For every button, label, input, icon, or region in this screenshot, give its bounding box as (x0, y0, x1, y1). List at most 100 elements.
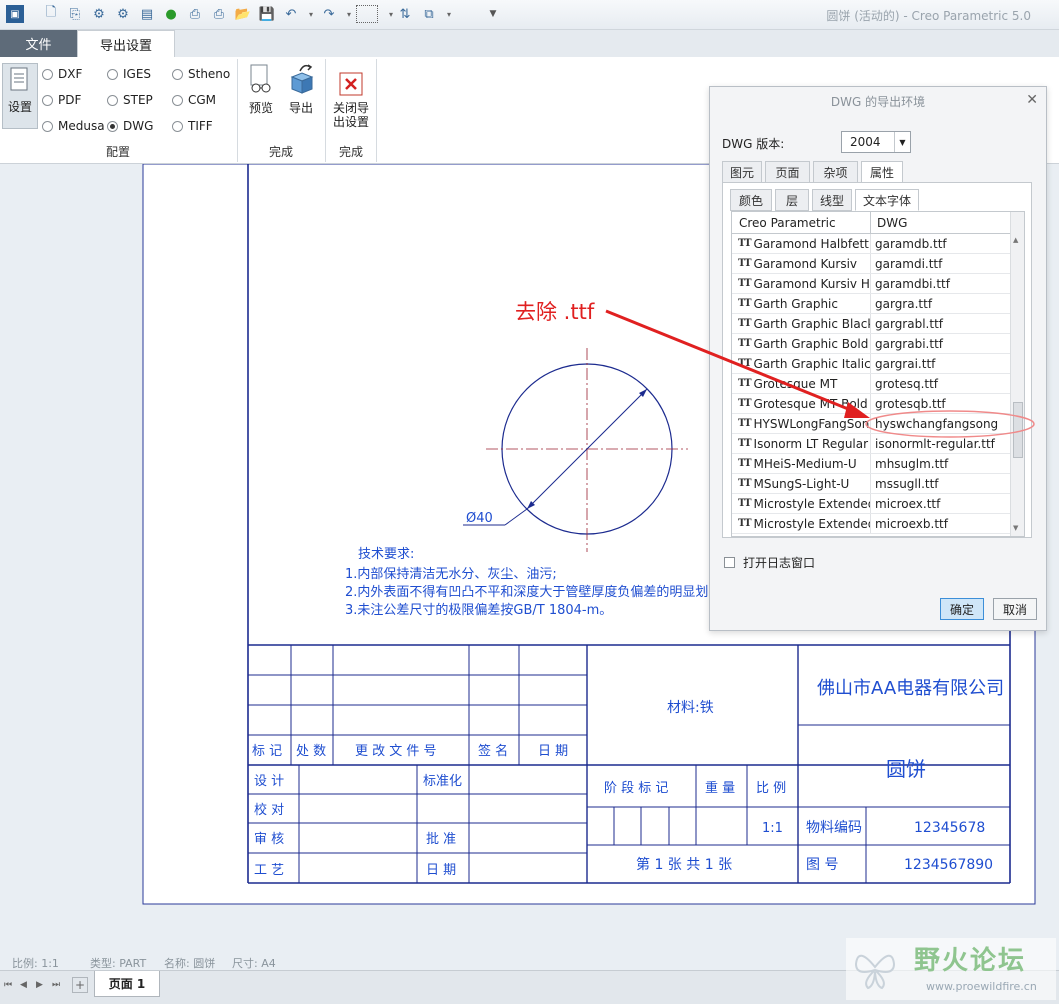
dwg-font-cell[interactable]: garamdi.ttf (871, 254, 1010, 273)
radio-step[interactable]: STEP (107, 93, 153, 107)
regenerate-icon[interactable]: ⚙ (90, 5, 108, 23)
creo-font-cell[interactable]: TT MSungS-Light-U (732, 474, 871, 493)
table-row[interactable]: TT Garamond Halbfett garamdb.ttf (732, 234, 1010, 254)
radio-stheno[interactable]: Stheno (172, 67, 230, 81)
scrollbar-thumb[interactable] (1013, 402, 1023, 458)
table-row[interactable]: TT Microstyle Extended microex.ttf (732, 494, 1010, 514)
radio-pdf[interactable]: PDF (42, 93, 81, 107)
page-tab-1[interactable]: 页面 1 (94, 971, 160, 997)
select-box-icon[interactable] (356, 5, 378, 23)
open-icon[interactable]: ⎘ (66, 5, 84, 23)
dwg-font-cell[interactable]: mhsuglm.ttf (871, 454, 1010, 473)
tab-export-settings[interactable]: 导出设置 (77, 30, 175, 57)
subtab-layer[interactable]: 层 (775, 189, 809, 211)
radio-dwg[interactable]: DWG (107, 119, 153, 133)
windows-dropdown-icon[interactable]: ▾ (440, 5, 458, 23)
radio-medusa[interactable]: Medusa (42, 119, 105, 133)
cancel-button[interactable]: 取消 (993, 598, 1037, 620)
dwg-font-cell[interactable]: garamdbi.ttf (871, 274, 1010, 293)
save-icon[interactable]: 💾 (258, 5, 276, 23)
dwg-font-cell[interactable]: grotesq.ttf (871, 374, 1010, 393)
checkbox-box[interactable] (724, 557, 735, 568)
next-page-icon[interactable]: ▶ (36, 980, 43, 990)
column-header-creo[interactable]: Creo Parametric (732, 212, 871, 233)
creo-font-cell[interactable]: TT Grotesque MT (732, 374, 871, 393)
creo-font-cell[interactable]: TT Garth Graphic (732, 294, 871, 313)
tab-misc[interactable]: 杂项 (813, 161, 858, 183)
dwg-font-cell[interactable]: hyswchangfangsong (871, 414, 1010, 433)
new-file-icon[interactable]: 🗋 (42, 5, 60, 23)
preview-button[interactable]: 预览 (244, 63, 278, 115)
radio-tiff[interactable]: TIFF (172, 119, 213, 133)
prev-page-icon[interactable]: ◀ (20, 980, 27, 990)
creo-font-cell[interactable]: TT Garth Graphic Italic (732, 354, 871, 373)
table-row[interactable]: TT Garth Graphic Black gargrabl.ttf (732, 314, 1010, 334)
undo-dropdown-icon[interactable]: ▾ (302, 5, 320, 23)
windows-icon[interactable]: ⧉ (420, 5, 438, 23)
creo-font-cell[interactable]: TT Microstyle Extended (732, 494, 871, 513)
print-preview-icon[interactable]: ⎙ (210, 5, 228, 23)
radio-cgm[interactable]: CGM (172, 93, 216, 107)
dwg-font-cell[interactable]: gargra.ttf (871, 294, 1010, 313)
close-icon[interactable]: ✕ (1026, 92, 1038, 108)
settings-button[interactable]: 设置 (2, 63, 38, 129)
creo-font-cell[interactable]: TT Garth Graphic Black (732, 314, 871, 333)
table-row[interactable]: TT Garth Graphic Italic gargrai.ttf (732, 354, 1010, 374)
export-button[interactable]: 导出 (284, 63, 318, 115)
tab-file[interactable]: 文件 (0, 30, 77, 57)
subtab-color[interactable]: 颜色 (730, 189, 772, 211)
dwg-font-cell[interactable]: mssugll.ttf (871, 474, 1010, 493)
creo-font-cell[interactable]: TT Grotesque MT Bold (732, 394, 871, 413)
table-row[interactable]: TT Isonorm LT Regular isonormlt-regular.tt… (732, 434, 1010, 454)
table-row[interactable]: TTGarth Graphic Bold Italic gargrabi.ttf (732, 334, 1010, 354)
creo-font-cell[interactable]: TT Garamond Kursiv (732, 254, 871, 273)
scroll-down-icon[interactable]: ▼ (1013, 524, 1018, 532)
table-row[interactable]: TTMicrostyle Extended Bold microexb.ttf (732, 514, 1010, 534)
table-row[interactable]: TT Garamond Kursiv garamdi.ttf (732, 254, 1010, 274)
dwg-font-cell[interactable]: gargrabi.ttf (871, 334, 1010, 353)
table-row[interactable]: TT MSungS-Light-U mssugll.ttf (732, 474, 1010, 494)
undo-icon[interactable]: ↶ (282, 5, 300, 23)
customize-qat-icon[interactable]: ▼ (484, 5, 502, 23)
subtab-linetype[interactable]: 线型 (812, 189, 852, 211)
open-log-checkbox[interactable]: 打开日志窗口 (724, 554, 815, 571)
dwg-font-cell[interactable]: isonormlt-regular.ttf (871, 434, 1010, 453)
table-row[interactable]: TT Grotesque MT grotesq.ttf (732, 374, 1010, 394)
scroll-up-icon[interactable]: ▲ (1013, 236, 1018, 244)
dwg-font-cell[interactable]: gargrai.ttf (871, 354, 1010, 373)
document-icon[interactable]: ▤ (138, 5, 156, 23)
column-header-dwg[interactable]: DWG (871, 212, 1010, 233)
dwg-font-cell[interactable]: microexb.ttf (871, 514, 1010, 533)
tab-page[interactable]: 页面 (765, 161, 810, 183)
first-page-icon[interactable]: ⏮ (4, 980, 12, 990)
table-row[interactable]: TTGaramond Kursiv Halbfett garamdbi.ttf (732, 274, 1010, 294)
app-icon[interactable]: ▣ (6, 5, 24, 23)
settings-gear-icon[interactable]: ⚙ (114, 5, 132, 23)
dwg-font-cell[interactable]: garamdb.ttf (871, 234, 1010, 253)
radio-iges[interactable]: IGES (107, 67, 151, 81)
dwg-font-cell[interactable]: grotesqb.ttf (871, 394, 1010, 413)
creo-font-cell[interactable]: TTGaramond Kursiv Halbfett (732, 274, 871, 293)
table-row[interactable]: TT Grotesque MT Bold grotesqb.ttf (732, 394, 1010, 414)
close-export-settings-button[interactable]: 关闭导 出设置 (330, 71, 372, 129)
dwg-font-cell[interactable]: microex.ttf (871, 494, 1010, 513)
print-icon[interactable]: ⎙ (186, 5, 204, 23)
table-row[interactable]: TT Garth Graphic gargra.ttf (732, 294, 1010, 314)
tree-icon[interactable]: ⇅ (396, 5, 414, 23)
creo-font-cell[interactable]: TTGarth Graphic Bold Italic (732, 334, 871, 353)
table-row[interactable]: TT HYSWLongFangSong hyswchangfangsong (732, 414, 1010, 434)
tab-properties[interactable]: 属性 (861, 161, 903, 183)
dwg-font-cell[interactable]: gargrabl.ttf (871, 314, 1010, 333)
creo-font-cell[interactable]: TTMicrostyle Extended Bold (732, 514, 871, 533)
dwg-version-select[interactable]: 2004 ▼ (841, 131, 911, 153)
radio-dxf[interactable]: DXF (42, 67, 82, 81)
table-row[interactable]: TT MHeiS-Medium-U mhsuglm.ttf (732, 454, 1010, 474)
creo-font-cell[interactable]: TT Isonorm LT Regular (732, 434, 871, 453)
vertical-scrollbar[interactable]: ▲ ▼ (1010, 212, 1024, 536)
creo-font-cell[interactable]: TT Garamond Halbfett (732, 234, 871, 253)
subtab-text-font[interactable]: 文本字体 (855, 189, 919, 211)
last-page-icon[interactable]: ⏭ (52, 980, 60, 990)
folder-open-icon[interactable]: 📂 (234, 5, 252, 23)
green-ball-icon[interactable]: ● (162, 5, 180, 23)
redo-icon[interactable]: ↷ (320, 5, 338, 23)
